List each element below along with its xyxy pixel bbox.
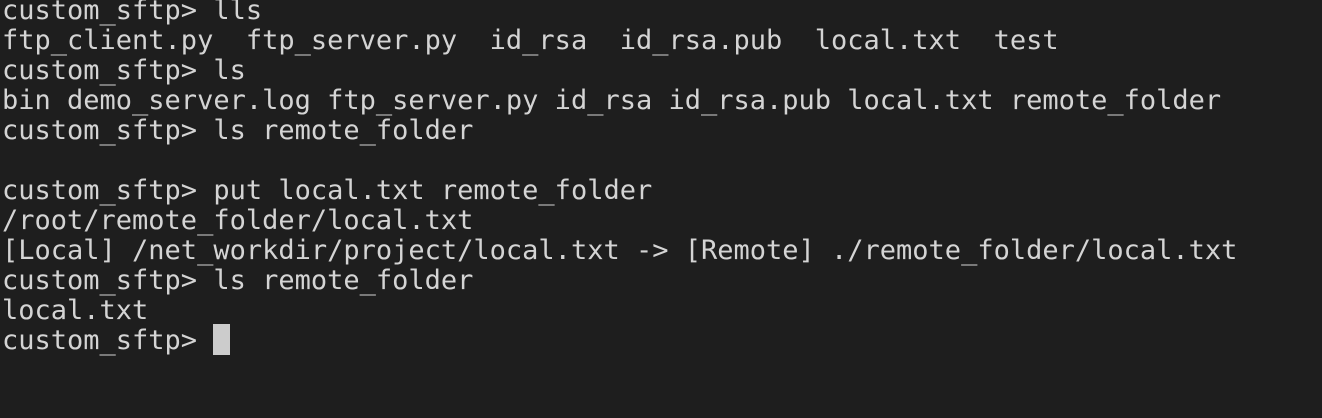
terminal-line: custom_sftp> ls xyxy=(2,55,246,86)
terminal-line: local.txt xyxy=(2,295,149,326)
prompt-text: custom_sftp> xyxy=(2,325,214,356)
terminal-line: custom_sftp> put local.txt remote_folder xyxy=(2,175,653,206)
terminal-line: [Local] /net_workdir/project/local.txt -… xyxy=(2,235,1238,266)
terminal-window[interactable]: custom_sftp> lls ftp_client.py ftp_serve… xyxy=(0,0,1322,418)
text-cursor xyxy=(213,324,231,355)
terminal-line: /root/remote_folder/local.txt xyxy=(2,205,474,236)
terminal-line: custom_sftp> ls remote_folder xyxy=(2,115,474,146)
terminal-line: custom_sftp> ls remote_folder xyxy=(2,265,474,296)
terminal-line: ftp_client.py ftp_server.py id_rsa id_rs… xyxy=(2,25,1059,56)
terminal-line: bin demo_server.log ftp_server.py id_rsa… xyxy=(2,85,1222,116)
prompt-line[interactable]: custom_sftp> xyxy=(2,324,1322,358)
